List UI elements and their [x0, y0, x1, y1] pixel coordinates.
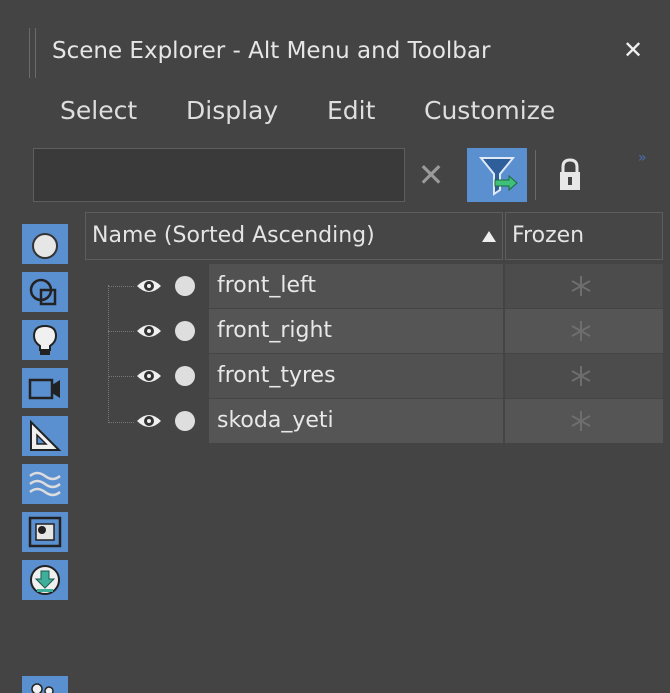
drag-handle[interactable]	[29, 28, 36, 78]
display-shapes-button[interactable]	[22, 272, 68, 312]
column-header-name[interactable]: Name (Sorted Ascending)	[85, 212, 503, 260]
cameras-icon	[28, 378, 60, 400]
table-row[interactable]: front_right	[85, 309, 663, 353]
object-name: front_right	[217, 318, 333, 343]
sort-ascending-icon	[482, 231, 496, 242]
category-toolbar	[22, 224, 70, 693]
groups-icon	[28, 516, 62, 548]
display-xrefs-button[interactable]	[22, 560, 68, 600]
display-space-warps-button[interactable]	[22, 464, 68, 504]
close-button[interactable]: ✕	[620, 36, 646, 64]
clear-search-button[interactable]: ✕	[414, 156, 448, 194]
scene-list: Name (Sorted Ascending) Frozen front_lef…	[85, 212, 663, 693]
render-toggle-dot[interactable]	[175, 411, 195, 431]
render-toggle-dot[interactable]	[175, 276, 195, 296]
title-bar[interactable]: Scene Explorer - Alt Menu and Toolbar ✕	[0, 0, 670, 80]
object-name: front_left	[217, 273, 316, 298]
render-toggle-dot[interactable]	[175, 366, 195, 386]
table-row[interactable]: front_tyres	[85, 354, 663, 398]
snowflake-icon[interactable]	[569, 274, 593, 298]
display-bones-button[interactable]	[22, 676, 68, 693]
lights-icon	[32, 324, 58, 355]
menu-display[interactable]: Display	[186, 96, 278, 125]
display-cameras-button[interactable]	[22, 368, 68, 408]
snowflake-icon[interactable]	[569, 319, 593, 343]
column-header-frozen-label: Frozen	[512, 223, 585, 248]
display-helpers-button[interactable]	[22, 416, 68, 456]
snowflake-icon[interactable]	[569, 409, 593, 433]
space-warps-icon	[29, 471, 61, 497]
bones-icon	[31, 683, 54, 693]
menu-select[interactable]: Select	[60, 96, 137, 125]
toolbar-separator	[535, 150, 536, 200]
filter-icon	[478, 157, 518, 196]
eye-icon[interactable]	[135, 366, 163, 386]
eye-icon[interactable]	[135, 321, 163, 341]
render-toggle-dot[interactable]	[175, 321, 195, 341]
menu-bar: Select Display Edit Customize	[0, 88, 670, 132]
lock-icon	[560, 158, 580, 190]
search-input[interactable]	[33, 148, 405, 202]
object-name: skoda_yeti	[217, 408, 334, 433]
eye-icon[interactable]	[135, 276, 163, 296]
column-header-name-label: Name (Sorted Ascending)	[92, 223, 375, 248]
geometry-icon	[32, 233, 58, 259]
snowflake-icon[interactable]	[569, 364, 593, 388]
eye-icon[interactable]	[135, 411, 163, 431]
table-row[interactable]: front_left	[85, 264, 663, 308]
helpers-icon	[30, 419, 62, 451]
menu-edit[interactable]: Edit	[327, 96, 375, 125]
display-groups-button[interactable]	[22, 512, 68, 552]
display-geometry-button[interactable]	[22, 224, 68, 264]
display-lights-button[interactable]	[22, 320, 68, 360]
overflow-chevron-icon[interactable]: »	[638, 150, 646, 166]
menu-customize[interactable]: Customize	[424, 96, 555, 125]
filter-button[interactable]	[467, 148, 527, 202]
object-name: front_tyres	[217, 363, 336, 388]
shapes-icon	[29, 278, 57, 306]
lock-button[interactable]	[556, 156, 584, 194]
xrefs-icon	[30, 565, 60, 595]
column-header-frozen[interactable]: Frozen	[505, 212, 663, 260]
window-title: Scene Explorer - Alt Menu and Toolbar	[52, 38, 491, 64]
table-row[interactable]: skoda_yeti	[85, 399, 663, 443]
